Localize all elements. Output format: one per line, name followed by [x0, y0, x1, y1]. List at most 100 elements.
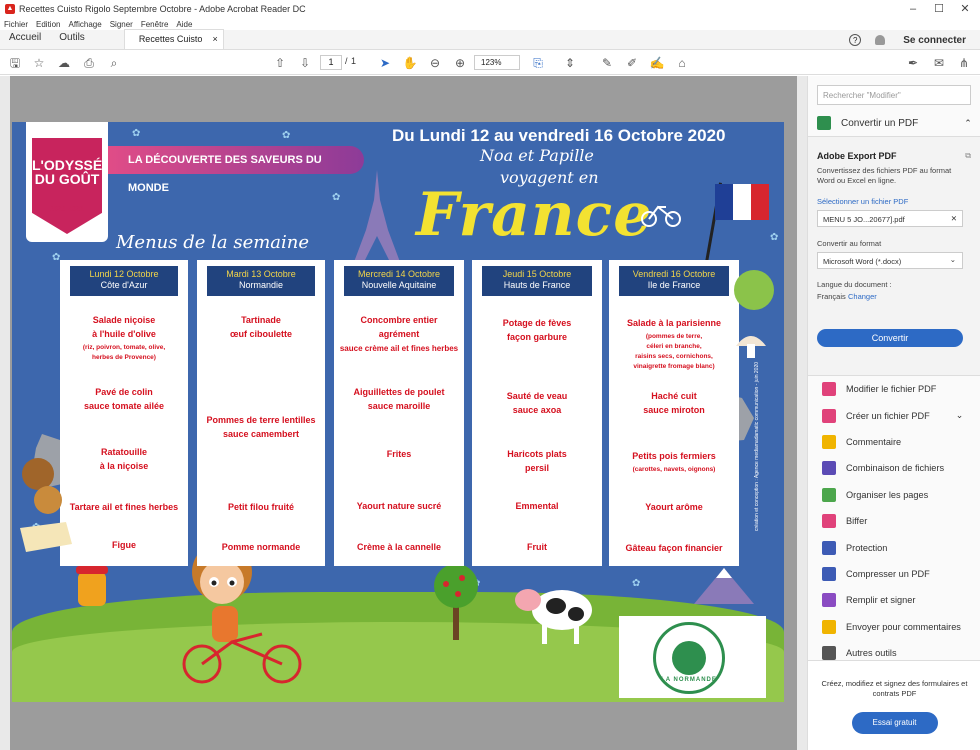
tab-bar: Accueil Outils Recettes Cuisto Rig... × … — [0, 29, 980, 62]
menu-signer[interactable]: Signer — [110, 20, 133, 29]
select-pdf-link[interactable]: Sélectionner un fichier PDF — [817, 197, 908, 206]
copy-icon[interactable]: ⧉ — [965, 151, 971, 161]
menu-item: Figue — [112, 540, 136, 550]
zoom-in-icon[interactable]: ⊕ — [452, 55, 468, 71]
menu-affichage[interactable]: Affichage — [68, 20, 101, 29]
menu-card-jeudi: Jeudi 15 Octobre Hauts de France Potage … — [472, 260, 602, 566]
export-title: Adobe Export PDF — [817, 151, 897, 161]
scroll-mode-icon[interactable]: ⇕ — [562, 55, 578, 71]
logo: L'ODYSSÉE DU GOÛT 2020-2021 — [26, 122, 108, 242]
tree-icon — [434, 564, 478, 640]
menu-item: Petit filou fruité — [228, 502, 294, 512]
highlight-pen-icon[interactable]: ✐ — [624, 55, 640, 71]
zoom-select[interactable]: 123% — [474, 55, 520, 70]
fit-page-icon[interactable]: ⎘ — [530, 55, 546, 71]
right-collapse-strip[interactable] — [797, 76, 807, 750]
star-icon[interactable]: ☆ — [31, 55, 47, 71]
menu-fenetre[interactable]: Fenêtre — [141, 20, 169, 29]
menu-item: Ratatouille — [100, 447, 147, 457]
tool-redact[interactable]: Biffer — [808, 508, 980, 534]
left-collapse-strip[interactable] — [0, 76, 10, 750]
export-section: Adobe Export PDF ⧉ Convertissez des fich… — [808, 136, 980, 376]
tool-edit-pdf[interactable]: Modifier le fichier PDF — [808, 376, 980, 402]
menu-item: œuf ciboulette — [230, 329, 292, 339]
compress-icon — [822, 566, 836, 581]
menu-item-note: (riz, poivron, tomate, olive, — [82, 344, 166, 351]
menu-card-header: Mardi 13 Octobre Normandie — [207, 266, 315, 296]
upload-cloud-icon[interactable]: ☁ — [56, 55, 72, 71]
tool-combine[interactable]: Combinaison de fichiers — [808, 455, 980, 481]
tool-search-input[interactable]: Rechercher "Modifier" — [817, 85, 971, 105]
save-icon[interactable]: 🖫 — [7, 55, 23, 71]
menu-item: Tartinade — [241, 315, 281, 325]
tool-label: Autres outils — [846, 648, 897, 659]
tool-create-pdf[interactable]: Créer un fichier PDF ⌄ — [808, 402, 980, 428]
zoom-out-icon[interactable]: ⊖ — [427, 55, 443, 71]
menu-region: Nouvelle Aquitaine — [361, 280, 437, 290]
menu-region: Normandie — [238, 280, 284, 290]
tab-outils[interactable]: Outils — [50, 29, 94, 49]
menu-item: Gâteau façon financier — [625, 543, 723, 553]
menu-item: à la niçoise — [99, 461, 149, 471]
bee-icon: ✿ — [332, 192, 341, 203]
email-icon[interactable]: ✉ — [931, 55, 947, 71]
selected-file-field[interactable]: MENU 5 JO...20677].pdf ✕ — [817, 210, 963, 227]
menu-item: Yaourt arôme — [645, 502, 703, 512]
sign-in-link[interactable]: Se connecter — [903, 35, 966, 46]
menu-fichier[interactable]: Fichier — [4, 20, 28, 29]
page-down-icon[interactable]: ⇩ — [297, 55, 313, 71]
select-cursor-icon[interactable]: ➤ — [377, 55, 393, 71]
share-sign-icon[interactable]: ✒ — [905, 55, 921, 71]
page-up-icon[interactable]: ⇧ — [272, 55, 288, 71]
fill-sign-icon[interactable]: ✍ — [649, 55, 665, 71]
fill-sign-tool-icon — [822, 593, 836, 608]
hand-tool-icon[interactable]: ✋ — [402, 55, 418, 71]
page-separator: / — [345, 56, 348, 66]
honey-jar-icon — [76, 566, 108, 606]
format-select[interactable]: Microsoft Word (*.docx) ⌄ — [817, 252, 963, 269]
tab-accueil[interactable]: Accueil — [0, 29, 50, 49]
bee-icon: ✿ — [132, 128, 141, 139]
tool-label: Remplir et signer — [846, 595, 916, 606]
tab-close-icon[interactable]: × — [213, 30, 218, 48]
comment-icon[interactable]: ✎ — [599, 55, 615, 71]
logo-shield: L'ODYSSÉE DU GOÛT — [32, 138, 102, 234]
bell-icon[interactable] — [875, 35, 886, 45]
tool-fill-sign[interactable]: Remplir et signer — [808, 587, 980, 613]
free-trial-button[interactable]: Essai gratuit — [851, 712, 938, 734]
chevron-up-icon[interactable]: ⌃ — [964, 118, 972, 129]
tool-label: Compresser un PDF — [846, 568, 930, 579]
print-icon[interactable]: ⎙ — [81, 55, 97, 71]
convert-pdf-header[interactable]: Convertir un PDF ⌃ — [817, 116, 972, 130]
convert-button[interactable]: Convertir — [817, 329, 963, 347]
bee-icon: ✿ — [282, 130, 291, 141]
tool-compress[interactable]: Compresser un PDF — [808, 561, 980, 587]
menu-card-lundi: Lundi 12 Octobre Côte d'Azur Salade niço… — [60, 260, 188, 566]
banner: LA DÉCOUVERTE DES SAVEURS DU MONDE — [108, 146, 364, 194]
change-language-link[interactable]: Changer — [848, 292, 877, 301]
tab-document[interactable]: Recettes Cuisto Rig... × — [123, 29, 224, 62]
food-decoration — [20, 458, 72, 552]
menu-edition[interactable]: Edition — [36, 20, 60, 29]
help-icon[interactable]: ? — [849, 34, 862, 46]
tool-protect[interactable]: Protection — [808, 534, 980, 560]
menu-aide[interactable]: Aide — [176, 20, 192, 29]
promo-text: Créez, modifiez et signez des formulaire… — [821, 679, 968, 698]
more-share-icon[interactable]: ⋔ — [956, 55, 972, 71]
tool-send-review[interactable]: Envoyer pour commentaires — [808, 614, 980, 640]
zoom-search-icon[interactable]: ⌕ — [106, 55, 122, 71]
tool-label: Organiser les pages — [846, 489, 929, 500]
page-number-input[interactable]: 1 — [320, 55, 342, 70]
menu-item: façon garbure — [506, 332, 567, 342]
stamp-icon[interactable]: ⌂ — [674, 55, 690, 71]
tool-comment[interactable]: Commentaire — [808, 429, 980, 455]
send-review-icon — [822, 619, 836, 634]
chevron-down-icon[interactable]: ⌄ — [956, 410, 964, 421]
logo-text: L'ODYSSÉE DU GOÛT — [32, 157, 112, 187]
menu-item: Tartare ail et fines herbes — [69, 502, 179, 512]
remove-file-icon[interactable]: ✕ — [951, 214, 957, 223]
comment-tool-icon — [822, 434, 836, 449]
tool-organize[interactable]: Organiser les pages — [808, 482, 980, 508]
close-window-icon[interactable]: ✕ — [950, 0, 980, 18]
menu-item-note: (pommes de terre, — [645, 333, 703, 340]
